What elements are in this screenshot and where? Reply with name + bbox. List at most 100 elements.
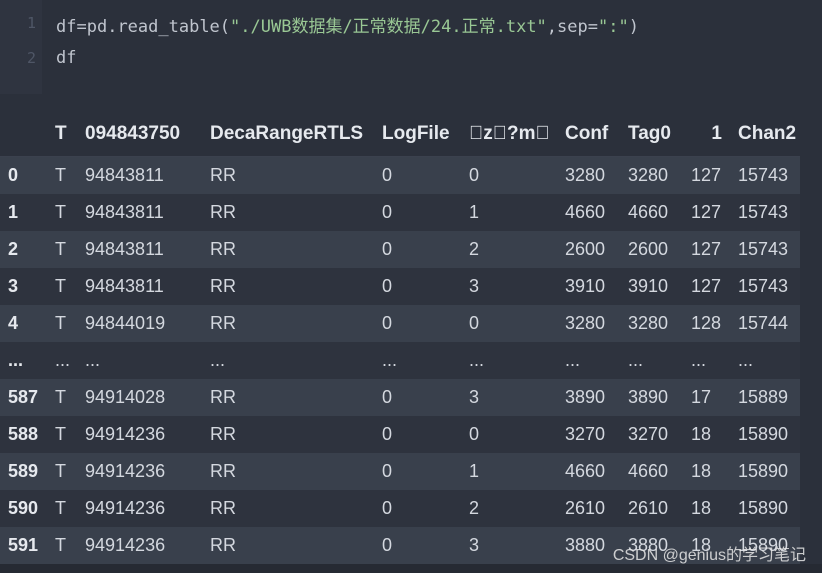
row-index: 588	[8, 424, 39, 444]
index-header	[0, 112, 47, 157]
code-token-call: pd.read_table(	[86, 17, 231, 37]
table-cell: 94914236	[85, 535, 166, 555]
table-cell: 127	[691, 165, 722, 185]
code-cell[interactable]: 1 2 df=pd.read_table("./UWB数据集/正常数据/24.正…	[0, 0, 822, 94]
table-cell: 0	[382, 424, 393, 444]
table-cell: T	[55, 202, 66, 222]
table-row: 2 T 94843811 RR 0 2 2600 2600 127 15743	[0, 231, 800, 268]
column-header: Tag0	[620, 112, 683, 157]
table-cell: 15889	[738, 387, 789, 407]
table-header: T 094843750 DecaRangeRTLS LogFile  z ?m  Conf…	[0, 112, 800, 157]
table-body: 0 T 94843811 RR 0 0 3280 3280 127 15743 1 T 94843811…	[0, 156, 800, 564]
code-token-op: =	[76, 17, 87, 37]
table-cell: RR	[210, 535, 236, 555]
table-cell: 15890	[738, 461, 789, 481]
table-cell: 15743	[738, 239, 789, 259]
table-cell: T	[55, 276, 66, 296]
code-line-1[interactable]: df=pd.read_table("./UWB数据集/正常数据/24.正常.tx…	[56, 12, 639, 37]
table-cell: 15743	[738, 165, 789, 185]
table-cell: T	[55, 461, 66, 481]
table-cell: 94844019	[85, 313, 166, 333]
table-cell: ...	[565, 350, 581, 370]
row-index: 590	[8, 498, 39, 518]
table-cell: 3	[469, 535, 480, 555]
table-row: 4 T 94844019 RR 0 0 3280 3280 128 15744	[0, 305, 800, 342]
code-token-string: ":"	[597, 17, 629, 37]
row-index: 591	[8, 535, 39, 555]
table-cell: 15890	[738, 498, 789, 518]
table-cell: 3890	[628, 387, 669, 407]
table-cell: ...	[210, 350, 226, 370]
table-cell: T	[55, 239, 66, 259]
table-cell: RR	[210, 387, 236, 407]
column-header:  z ?m 	[461, 112, 557, 157]
table-row: ..............................	[0, 342, 800, 379]
table-cell: ...	[628, 350, 644, 370]
table-cell: 94843811	[85, 202, 164, 222]
code-token-string: "./UWB数据集/正常数据/24.正常.txt"	[230, 17, 547, 37]
table-cell: T	[55, 165, 66, 185]
dataframe-table: T 094843750 DecaRangeRTLS LogFile  z ?m  Conf…	[0, 112, 800, 564]
table-cell: 18	[691, 498, 712, 518]
output-area: T 094843750 DecaRangeRTLS LogFile  z ?m  Conf…	[0, 112, 810, 564]
table-cell: 94914236	[85, 461, 166, 481]
table-row: 590 T 94914236 RR 0 2 2610 2610 18 15890	[0, 490, 800, 527]
table-cell: ...	[738, 350, 754, 370]
cell-divider	[0, 94, 822, 112]
table-cell: 2600	[628, 239, 669, 259]
row-index: 4	[8, 313, 19, 333]
table-cell: 17	[691, 387, 712, 407]
row-index: 2	[8, 239, 19, 259]
table-cell: 3	[469, 387, 480, 407]
table-cell: 2	[469, 498, 480, 518]
table-cell: 0	[469, 424, 480, 444]
table-cell: 94914028	[85, 387, 166, 407]
column-header: 094843750	[77, 112, 202, 157]
table-cell: T	[55, 535, 66, 555]
table-cell: 0	[382, 387, 393, 407]
code-token-kwarg: ,sep=	[546, 17, 598, 37]
table-cell: RR	[210, 424, 236, 444]
line-number-gutter: 1 2	[0, 0, 42, 94]
table-cell: ...	[691, 350, 707, 370]
table-cell: 0	[382, 535, 393, 555]
table-cell: 127	[691, 276, 722, 296]
table-row: 0 T 94843811 RR 0 0 3280 3280 127 15743	[0, 156, 800, 194]
row-index: 1	[8, 202, 19, 222]
table-cell: RR	[210, 461, 236, 481]
table-cell: 15890	[738, 424, 789, 444]
table-cell: 3910	[628, 276, 669, 296]
table-cell: ...	[55, 350, 71, 370]
table-cell: 18	[691, 424, 712, 444]
table-cell: 0	[382, 313, 393, 333]
line-number: 1	[26, 14, 36, 32]
column-header: LogFile	[374, 112, 461, 157]
table-cell: ...	[85, 350, 101, 370]
table-cell: 2610	[565, 498, 606, 518]
table-cell: 0	[382, 276, 393, 296]
code-token-var: df	[56, 17, 77, 37]
table-cell: 94914236	[85, 424, 166, 444]
table-row: 3 T 94843811 RR 0 3 3910 3910 127 15743	[0, 268, 800, 305]
table-cell: 0	[382, 202, 393, 222]
table-cell: 127	[691, 239, 722, 259]
table-cell: 4660	[565, 461, 606, 481]
row-index: 0	[8, 165, 19, 185]
table-cell: 0	[382, 239, 393, 259]
table-cell: 94843811	[85, 165, 164, 185]
row-index: ...	[8, 350, 24, 370]
table-cell: RR	[210, 313, 236, 333]
line-number: 2	[26, 49, 36, 67]
row-index: 587	[8, 387, 39, 407]
table-cell: 3890	[565, 387, 606, 407]
column-header: T	[47, 112, 77, 157]
watermark-text: CSDN @genius的学习笔记	[612, 547, 806, 564]
table-cell: 127	[691, 202, 722, 222]
table-cell: 4660	[628, 202, 669, 222]
table-cell: 3	[469, 276, 480, 296]
table-cell: 3270	[565, 424, 606, 444]
code-line-2[interactable]: df	[56, 48, 76, 68]
table-cell: RR	[210, 165, 236, 185]
table-cell: 3280	[565, 165, 606, 185]
table-cell: 3280	[628, 165, 669, 185]
